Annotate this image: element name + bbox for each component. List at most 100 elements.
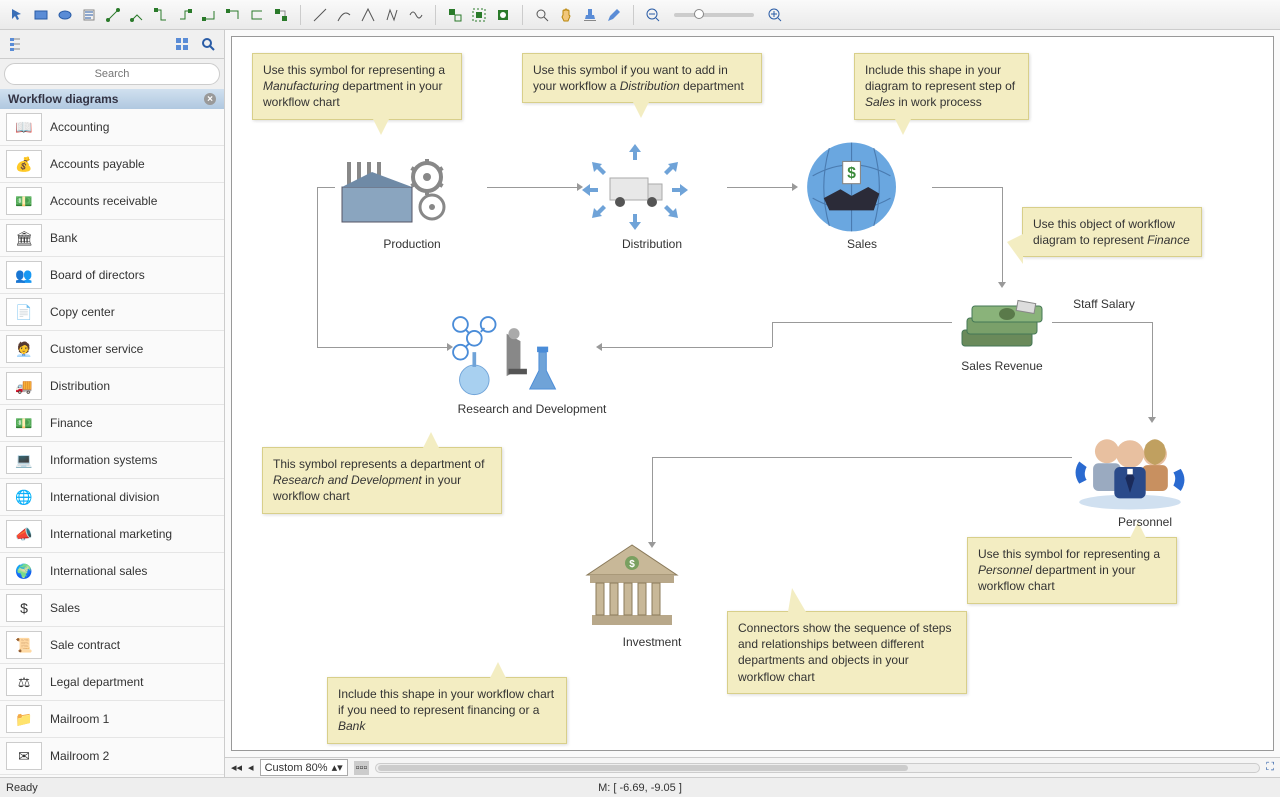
shape-thumb-icon: 🏛 [6, 224, 42, 252]
connector[interactable] [1002, 187, 1003, 282]
zoom-out-icon[interactable] [642, 4, 664, 26]
connector6-icon[interactable] [222, 4, 244, 26]
callout-rnd: This symbol represents a department of R… [262, 447, 502, 514]
sidebar-item-label: Accounts receivable [50, 194, 157, 208]
sidebar-item[interactable]: 📣 International marketing [0, 516, 224, 553]
zoom-select[interactable]: Custom 80%▴▾ [260, 759, 348, 776]
sidebar-item-label: International sales [50, 564, 147, 578]
callout-distribution: Use this symbol if you want to add in yo… [522, 53, 762, 103]
stamp-icon[interactable] [579, 4, 601, 26]
pencil-icon[interactable] [603, 4, 625, 26]
rect-tool-icon[interactable] [30, 4, 52, 26]
connector8-icon[interactable] [270, 4, 292, 26]
connector[interactable] [1052, 322, 1152, 323]
nav-prev-icon[interactable]: ◂ [248, 761, 254, 774]
node-production[interactable]: Production [332, 137, 492, 251]
horizontal-scrollbar[interactable] [375, 763, 1260, 773]
search-mode-icon[interactable] [196, 34, 220, 54]
node-label: Investment [572, 635, 732, 649]
close-icon[interactable]: × [204, 93, 216, 105]
sidebar-item[interactable]: 🌐International division [0, 479, 224, 516]
sidebar-item[interactable]: $Sales [0, 590, 224, 627]
tree-view-icon[interactable] [4, 34, 28, 54]
sidebar-item[interactable]: ✉Mailroom 2 [0, 738, 224, 775]
line5-icon[interactable] [405, 4, 427, 26]
shape-thumb-icon: 📁 [6, 705, 42, 733]
node-sales[interactable]: $ Sales [792, 137, 932, 251]
sidebar-item-label: Finance [50, 416, 93, 430]
sidebar-item-label: Customer service [50, 342, 143, 356]
sidebar-item[interactable]: 📖Accounting [0, 109, 224, 146]
node-rnd[interactable]: Research and Development [442, 302, 622, 416]
sidebar-item[interactable]: 🏛Bank [0, 220, 224, 257]
sidebar-item[interactable]: 💰Accounts payable [0, 146, 224, 183]
sidebar-item[interactable]: 📄Copy center [0, 294, 224, 331]
connector[interactable] [652, 457, 653, 542]
sidebar-item[interactable]: 💵Accounts receivable [0, 183, 224, 220]
zoom-in-icon[interactable] [764, 4, 786, 26]
connector7-icon[interactable] [246, 4, 268, 26]
sidebar-item-label: International marketing [50, 527, 172, 541]
nav-first-icon[interactable]: ◂◂ [231, 761, 242, 774]
connector[interactable] [932, 187, 1002, 188]
pointer-tool-icon[interactable] [6, 4, 28, 26]
connector3-icon[interactable] [150, 4, 172, 26]
hand-tool-icon[interactable] [555, 4, 577, 26]
sidebar-category-title: Workflow diagrams [8, 92, 118, 106]
grid-view-icon[interactable] [170, 34, 194, 54]
node-distribution[interactable]: Distribution [572, 137, 732, 251]
node-sales-revenue-label: Sales Revenue [937, 359, 1067, 373]
node-investment[interactable]: $ Investment [572, 535, 732, 649]
node-finance[interactable] [952, 285, 1052, 365]
status-ready: Ready [6, 782, 38, 794]
sidebar-item[interactable]: 💻Information systems [0, 442, 224, 479]
sidebar-item[interactable]: 📁Mailroom 1 [0, 701, 224, 738]
zoom-tool-icon[interactable] [531, 4, 553, 26]
sidebar-item[interactable]: 🚚 Distribution [0, 368, 224, 405]
group3-icon[interactable] [492, 4, 514, 26]
shape-thumb-icon: 💻 [6, 446, 42, 474]
page-indicator[interactable]: ▫▫▫ [354, 761, 370, 775]
connector4-icon[interactable] [174, 4, 196, 26]
shape-thumb-icon: 👥 [6, 261, 42, 289]
sidebar-item[interactable]: ⚖Legal department [0, 664, 224, 701]
connector[interactable] [602, 347, 772, 348]
shape-thumb-icon: 🧑‍💼 [6, 335, 42, 363]
group2-icon[interactable] [468, 4, 490, 26]
sidebar-item[interactable]: 🌍International sales [0, 553, 224, 590]
canvas[interactable]: Use this symbol for representing a Manuf… [231, 36, 1274, 751]
zoom-slider[interactable] [674, 13, 754, 17]
sidebar-category-header[interactable]: Workflow diagrams × [0, 89, 224, 109]
statusbar: Ready M: [ -6.69, -9.05 ] [0, 777, 1280, 797]
group1-icon[interactable] [444, 4, 466, 26]
shape-thumb-icon: 🚚 [6, 372, 42, 400]
line4-icon[interactable] [381, 4, 403, 26]
text-tool-icon[interactable] [78, 4, 100, 26]
sidebar-item[interactable]: 📜Sale contract [0, 627, 224, 664]
callout-production: Use this symbol for representing a Manuf… [252, 53, 462, 120]
connector[interactable] [317, 187, 318, 347]
sidebar-item[interactable]: 🧑‍💼 Customer service [0, 331, 224, 368]
node-personnel[interactable]: Personnel [1070, 415, 1220, 529]
ellipse-tool-icon[interactable] [54, 4, 76, 26]
fit-icon[interactable]: ⛶ [1266, 761, 1274, 774]
sidebar-item-label: Distribution [50, 379, 110, 393]
sidebar-item-label: Sale contract [50, 638, 120, 652]
connector[interactable] [727, 187, 792, 188]
line2-icon[interactable] [333, 4, 355, 26]
sidebar-item-label: Accounts payable [50, 157, 145, 171]
connector2-icon[interactable] [126, 4, 148, 26]
search-input[interactable] [4, 63, 220, 85]
line3-icon[interactable] [357, 4, 379, 26]
toolbar [0, 0, 1280, 30]
sidebar-top [0, 30, 224, 59]
connector5-icon[interactable] [198, 4, 220, 26]
callout-sales: Include this shape in your diagram to re… [854, 53, 1029, 120]
sidebar-item[interactable]: 👥Board of directors [0, 257, 224, 294]
shape-thumb-icon: 📣 [6, 520, 42, 548]
connector1-icon[interactable] [102, 4, 124, 26]
line1-icon[interactable] [309, 4, 331, 26]
sidebar: Workflow diagrams × 📖Accounting💰Accounts… [0, 30, 225, 777]
connector[interactable] [487, 187, 577, 188]
sidebar-item[interactable]: 💵Finance [0, 405, 224, 442]
